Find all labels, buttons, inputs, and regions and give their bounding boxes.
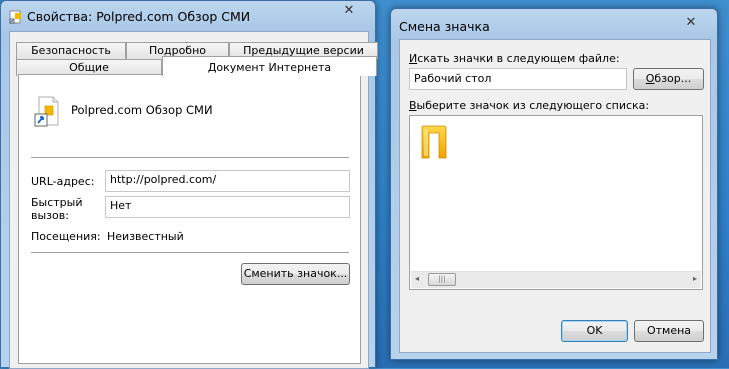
dialog-title: Смена значка	[399, 19, 490, 34]
change-icon-dialog: Смена значка ✕ Искать значки в следующем…	[390, 8, 718, 360]
properties-client: Безопасность Подробно Предыдущие версии …	[9, 31, 378, 369]
internet-shortcut-icon	[9, 10, 21, 24]
shortcut-name: Polpred.com Обзор СМИ	[71, 103, 213, 117]
close-button[interactable]: ✕	[681, 15, 701, 33]
icon-file-input[interactable]: Рабочий стол	[409, 68, 627, 90]
dialog-titlebar[interactable]: Смена значка ✕	[391, 9, 717, 39]
select-label-text: ыберите значок из следующего списка:	[416, 99, 650, 112]
select-label-hotkey: В	[409, 99, 417, 112]
scroll-thumb[interactable]: |||	[428, 273, 456, 286]
search-label: Искать значки в следующем файле:	[409, 52, 620, 65]
ok-button[interactable]: OK	[561, 320, 628, 342]
polpred-logo-icon[interactable]	[420, 124, 448, 160]
hotkey-label-line1: Быстрый	[31, 196, 83, 209]
scroll-right-icon[interactable]: ▸	[693, 274, 697, 283]
window-title: Свойства: Polpred.com Обзор СМИ	[27, 9, 251, 24]
search-label-hotkey: И	[409, 52, 418, 65]
visits-label: Посещения:	[31, 230, 101, 243]
icon-list[interactable]: ◂ ||| ▸	[409, 115, 703, 290]
url-label: URL-адрес:	[31, 175, 95, 188]
search-label-text: скать значки в следующем файле:	[417, 52, 620, 65]
hotkey-field[interactable]: Нет	[105, 196, 350, 218]
dialog-client: Искать значки в следующем файле: Рабочий…	[399, 39, 711, 353]
url-field[interactable]: http://polpred.com/	[105, 170, 350, 192]
properties-titlebar[interactable]: Свойства: Polpred.com Обзор СМИ ✕	[1, 1, 375, 31]
tab-security[interactable]: Безопасность	[16, 42, 126, 59]
close-button[interactable]: ✕	[339, 3, 359, 21]
tab-panel: Polpred.com Обзор СМИ URL-адрес: http://…	[18, 74, 361, 364]
browse-label: бзор...	[654, 72, 692, 85]
hotkey-label-line2: вызов:	[31, 209, 69, 222]
horizontal-scrollbar[interactable]: ◂ ||| ▸	[411, 271, 701, 288]
separator	[31, 252, 349, 254]
separator	[31, 157, 349, 159]
properties-window: Свойства: Polpred.com Обзор СМИ ✕ Безопа…	[0, 0, 378, 369]
shortcut-file-icon	[34, 96, 59, 127]
browse-button[interactable]: Обзор...	[633, 68, 704, 90]
select-label: Выберите значок из следующего списка:	[409, 99, 649, 112]
tab-internet-document[interactable]: Документ Интернета	[162, 56, 377, 76]
change-icon-button[interactable]: Сменить значок...	[241, 263, 350, 285]
visits-value: Неизвестный	[107, 230, 184, 243]
cancel-button[interactable]: Отмена	[634, 320, 704, 342]
scroll-left-icon[interactable]: ◂	[415, 274, 419, 283]
